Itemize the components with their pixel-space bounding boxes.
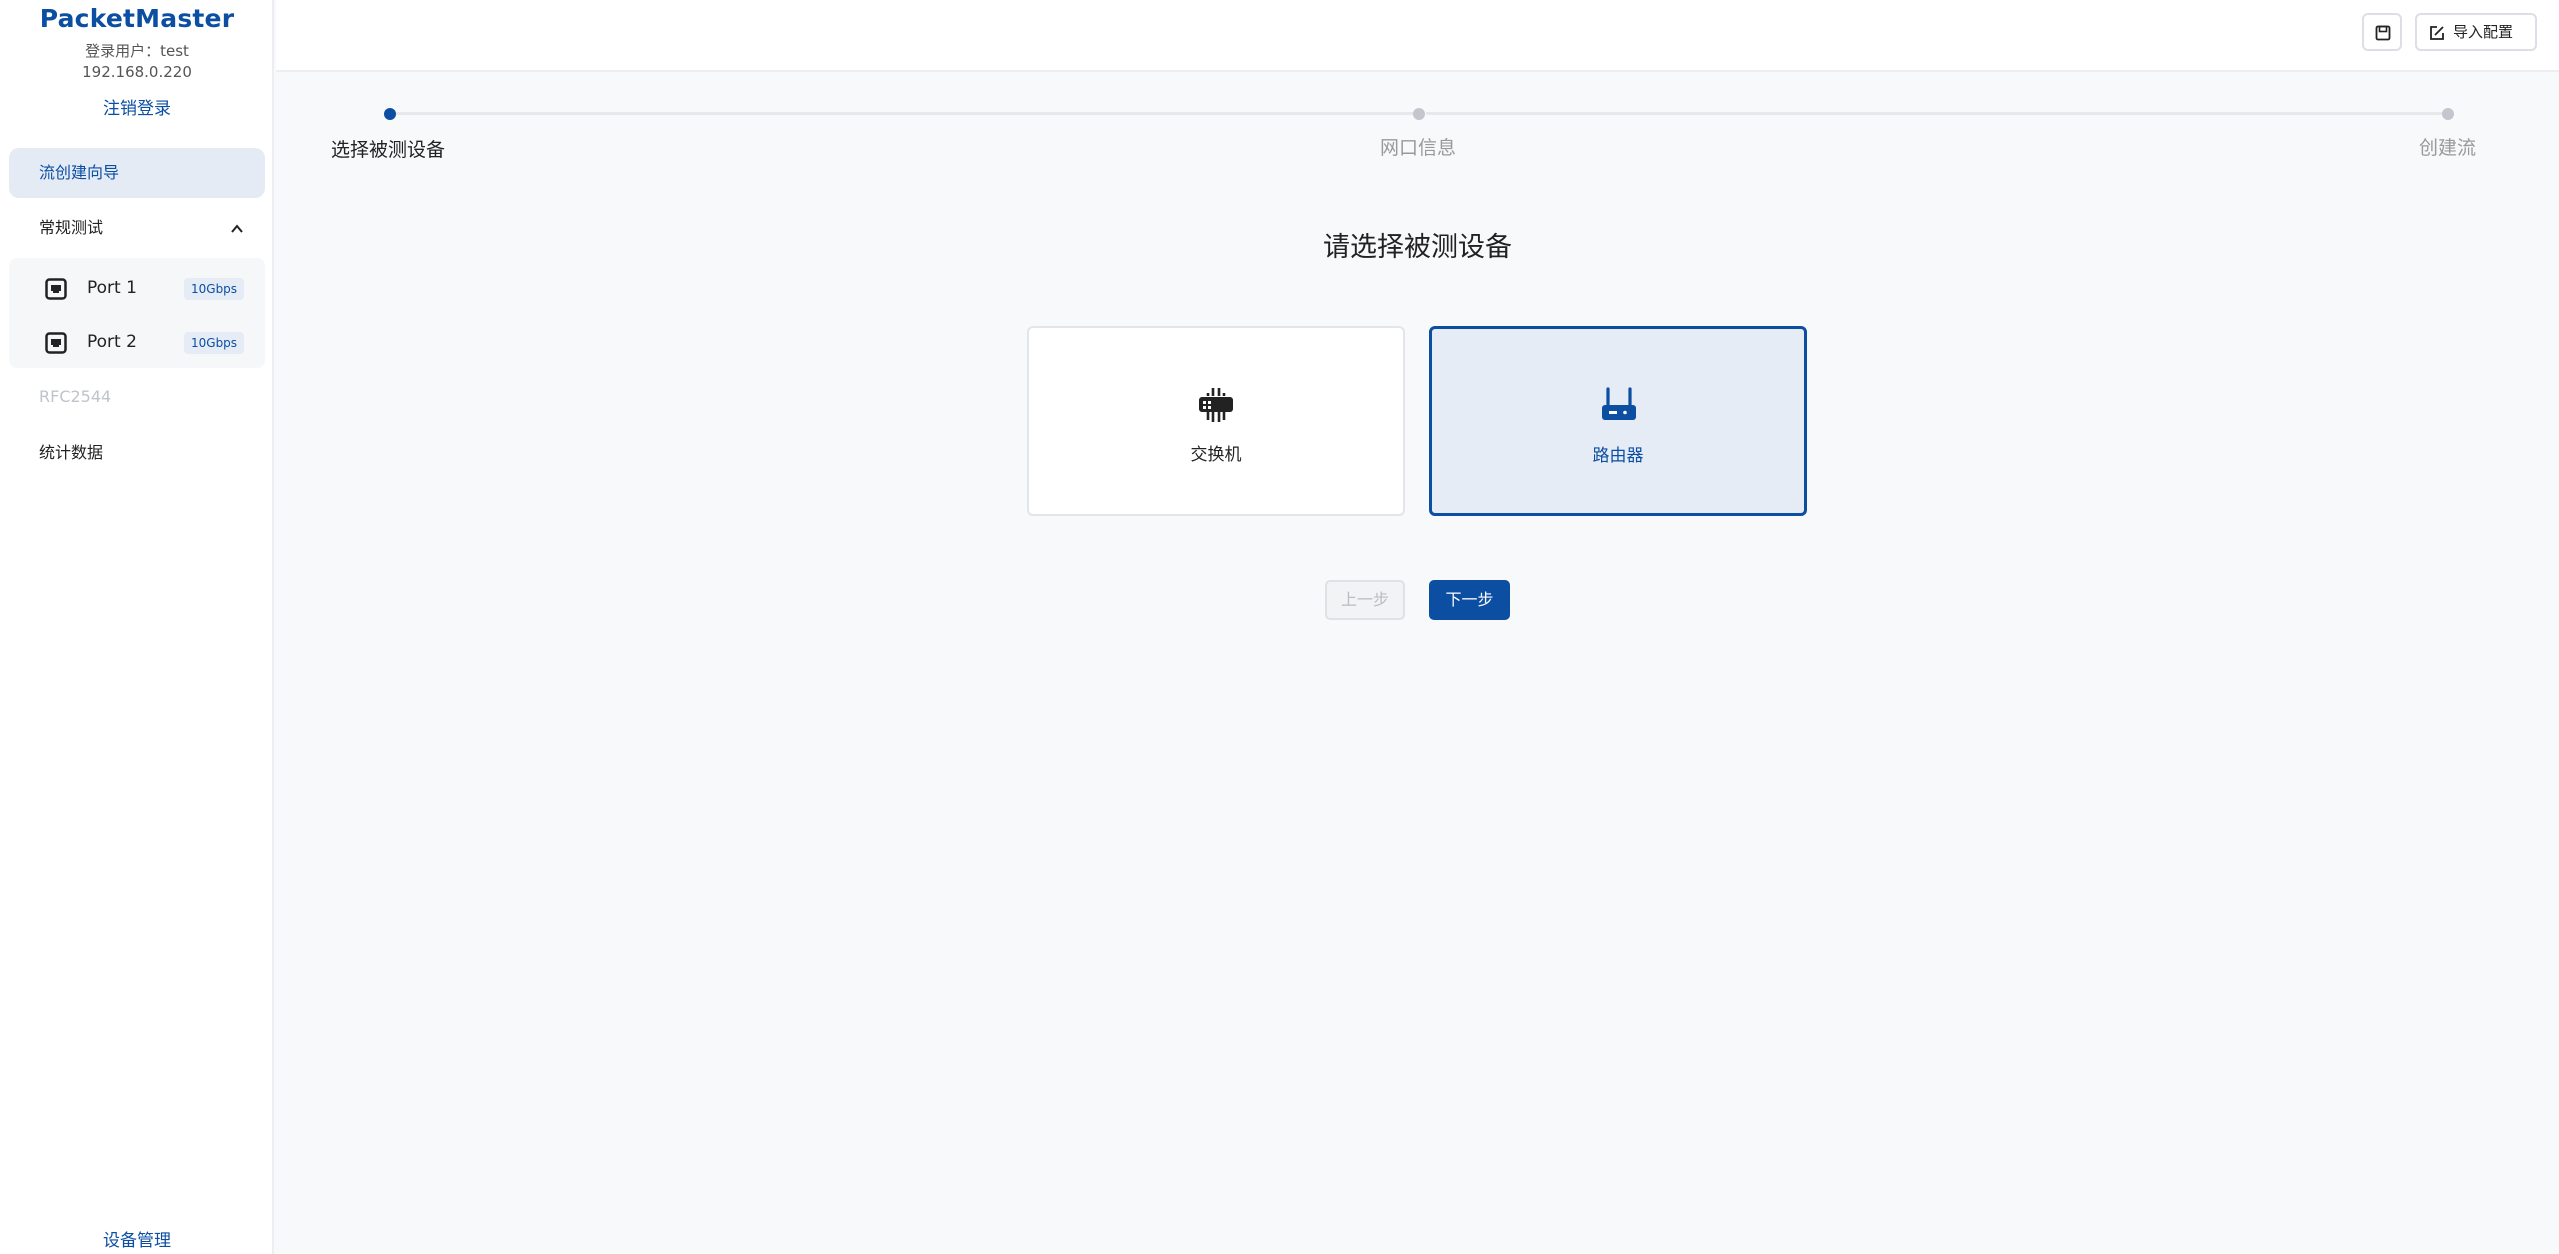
save-button[interactable] xyxy=(2362,13,2402,51)
top-header xyxy=(276,0,2559,72)
device-card-switch[interactable]: 交换机 xyxy=(1027,326,1405,516)
device-card-router[interactable]: 路由器 xyxy=(1429,326,1807,516)
page-title: 请选择被测设备 xyxy=(1323,232,1512,263)
sidebar-item-port-1[interactable]: Port 1 10Gbps xyxy=(9,261,265,316)
switch-icon xyxy=(1199,388,1233,422)
ethernet-port-icon xyxy=(45,332,67,354)
step-label-select-device: 选择被测设备 xyxy=(331,139,446,161)
card-label: 交换机 xyxy=(1190,445,1242,465)
port-list: Port 1 10Gbps Port 2 10Gbps xyxy=(9,258,265,368)
sidebar: PacketMaster 登录用户：test 192.168.0.220 注销登… xyxy=(0,0,274,1254)
brand-logo: PacketMaster xyxy=(39,4,235,33)
logout-link[interactable]: 注销登录 xyxy=(0,94,274,119)
device-ip: 192.168.0.220 xyxy=(82,63,192,81)
sidebar-item-regular-test[interactable]: 常规测试 xyxy=(9,203,265,253)
import-config-label: 导入配置 xyxy=(2453,23,2514,41)
save-icon xyxy=(2375,25,2391,41)
import-config-button[interactable]: 导入配置 xyxy=(2415,13,2537,51)
prev-step-button[interactable]: 上一步 xyxy=(1325,580,1405,620)
step-connector xyxy=(396,112,1416,115)
step-dot xyxy=(1413,108,1425,120)
chevron-up-icon xyxy=(231,224,243,233)
edit-icon xyxy=(2430,26,2444,40)
port-label: Port 1 xyxy=(87,278,137,298)
sidebar-item-label: 常规测试 xyxy=(39,218,104,237)
speed-badge: 10Gbps xyxy=(184,278,245,300)
sidebar-item-rfc2544: RFC2544 xyxy=(39,387,112,406)
router-icon xyxy=(1602,387,1636,420)
step-dot-active xyxy=(384,108,396,120)
login-user: 登录用户：test xyxy=(85,42,189,60)
card-label: 路由器 xyxy=(1592,446,1644,466)
step-label-create-flow: 创建流 xyxy=(2419,137,2477,159)
step-dot xyxy=(2442,108,2454,120)
step-label-port-info: 网口信息 xyxy=(1380,137,1457,159)
device-management-link[interactable]: 设备管理 xyxy=(0,1226,274,1251)
step-connector xyxy=(1426,112,2446,115)
sidebar-item-port-2[interactable]: Port 2 10Gbps xyxy=(9,315,265,370)
next-step-button[interactable]: 下一步 xyxy=(1429,580,1510,620)
speed-badge: 10Gbps xyxy=(184,332,245,354)
port-label: Port 2 xyxy=(87,332,137,352)
sidebar-item-flow-wizard[interactable]: 流创建向导 xyxy=(9,148,265,198)
sidebar-item-statistics[interactable]: 统计数据 xyxy=(9,428,265,478)
ethernet-port-icon xyxy=(45,278,67,300)
